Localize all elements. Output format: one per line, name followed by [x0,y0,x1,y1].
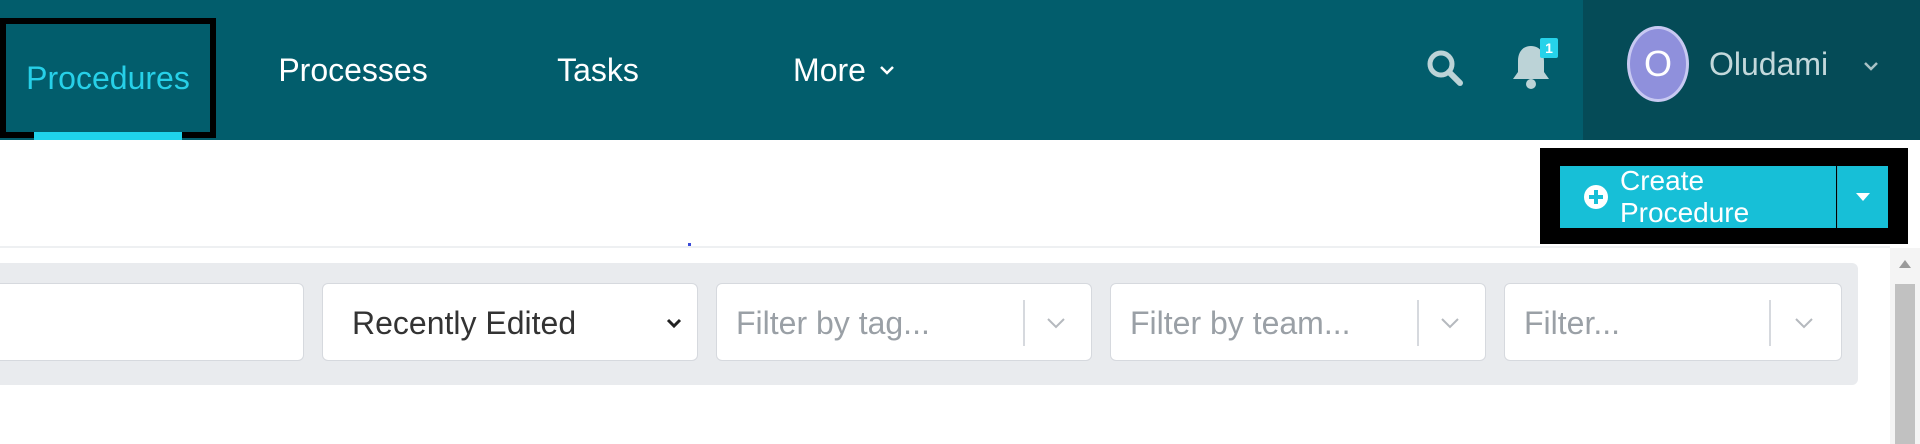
avatar: O [1627,26,1689,102]
nav-procedures-label: Procedures [26,59,190,96]
chevron-down-icon [880,66,894,75]
sort-selected-value: Recently Edited [352,305,577,341]
filter-divider [1023,300,1025,346]
plus-circle-icon [1584,185,1608,209]
create-procedure-button[interactable]: Create Procedure [1560,165,1836,228]
filter-other-select[interactable]: Filter... [1504,283,1842,361]
top-nav-bar: Procedures Processes Tasks More 1 O Olud… [0,0,1920,140]
search-input[interactable] [0,283,304,361]
filter-team-placeholder: Filter by team... [1130,305,1351,341]
chevron-down-icon [1441,318,1459,329]
create-procedure-highlight: Create Procedure [1540,148,1908,244]
filter-divider [1769,300,1771,346]
notification-badge: 1 [1540,38,1558,58]
search-icon[interactable] [1425,48,1465,88]
filter-team-select[interactable]: Filter by team... [1110,283,1486,361]
nav-processes[interactable]: Processes [278,0,427,140]
chevron-down-icon [1047,318,1065,329]
avatar-initial: O [1643,43,1672,84]
filter-other-placeholder: Filter... [1524,305,1621,341]
create-procedure-label: Create Procedure [1620,165,1750,228]
content-separator [0,246,1890,248]
caret-down-icon [1856,193,1870,201]
nav-procedures[interactable]: Procedures [0,18,216,138]
nav-tasks-label: Tasks [557,51,639,88]
scroll-thumb[interactable] [1895,284,1915,444]
nav-tasks[interactable]: Tasks [557,0,639,140]
chevron-down-icon [1795,318,1813,329]
filter-bar: Recently Edited Filter by tag... Filter … [0,263,1858,385]
vertical-scrollbar[interactable] [1890,248,1920,444]
active-tab-indicator [34,132,182,140]
user-menu[interactable]: O Oludami [1583,0,1920,140]
notifications-button[interactable]: 1 [1508,38,1558,92]
filter-divider [1417,300,1419,346]
filter-tag-placeholder: Filter by tag... [736,305,930,341]
filter-tag-select[interactable]: Filter by tag... [716,283,1092,361]
create-procedure-dropdown-toggle[interactable] [1837,166,1888,228]
chevron-down-icon [1864,62,1878,71]
chevron-down-icon [666,318,682,329]
user-name: Oludami [1709,46,1829,82]
nav-more-dropdown[interactable]: More [787,0,902,140]
nav-processes-label: Processes [278,51,428,88]
scroll-up-arrow-icon[interactable] [1899,260,1911,268]
sort-select[interactable]: Recently Edited [322,283,698,361]
nav-more-label: More [793,51,866,88]
